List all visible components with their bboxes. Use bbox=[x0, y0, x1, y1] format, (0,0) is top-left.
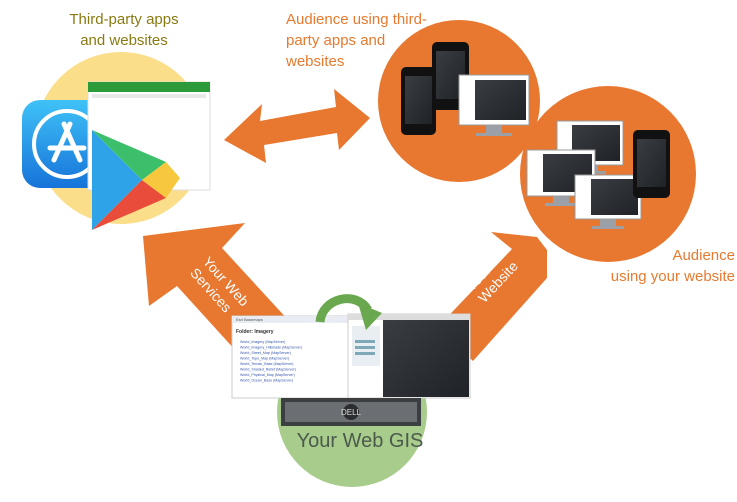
audience-website-label: Audience using your website bbox=[610, 247, 735, 285]
web-gis-label: Your Web GIS bbox=[296, 430, 424, 452]
service-link: World_Shaded_Relief (MapServer) bbox=[240, 368, 296, 372]
service-link: World_Terrain_Base (MapServer) bbox=[240, 362, 293, 366]
service-link: World_Street_Map (MapServer) bbox=[240, 351, 291, 355]
service-link: World_Ocean_Base (MapServer) bbox=[240, 379, 293, 383]
svg-text:DELL: DELL bbox=[341, 408, 362, 417]
service-title: Esri Basemaps bbox=[236, 317, 263, 322]
service-heading: Folder: Imagery bbox=[236, 329, 274, 335]
phone-device bbox=[401, 67, 436, 135]
double-arrow bbox=[224, 89, 370, 163]
third-party-apps-label: Third-party apps and websites bbox=[69, 11, 179, 49]
services-directory-screen: Esri Basemaps Folder: Imagery World_Imag… bbox=[231, 315, 357, 399]
service-link: World_Imagery (MapServer) bbox=[240, 340, 285, 344]
service-link: World_Physical_Map (MapServer) bbox=[240, 373, 295, 377]
phone-device bbox=[633, 130, 670, 198]
service-link: World_Imagery_Hillshade (MapServer) bbox=[240, 346, 302, 350]
audience-third-party-label: Audience using third-party apps and websi… bbox=[286, 11, 427, 70]
service-link: World_Topo_Map (MapServer) bbox=[240, 357, 289, 361]
server-icon: DELL bbox=[281, 398, 421, 426]
